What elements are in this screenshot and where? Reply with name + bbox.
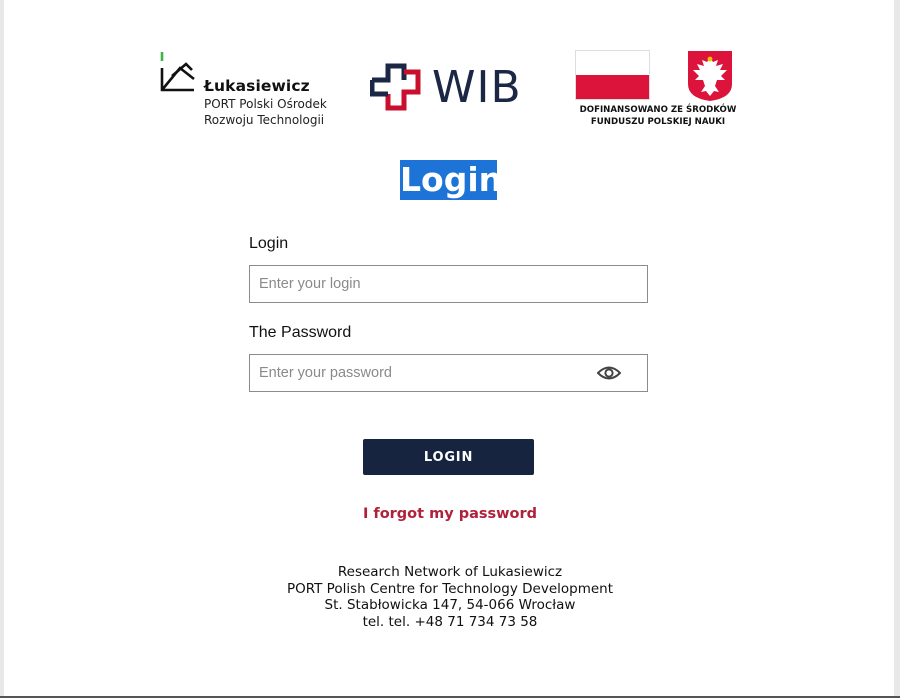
footer-line1: Research Network of Lukasiewicz xyxy=(337,564,563,580)
footer-line2: PORT Polish Centre for Technology Develo… xyxy=(286,580,614,597)
lukasiewicz-subtitle: PORT Polski Ośrodek Rozwoju Technologii xyxy=(204,96,327,128)
lukasiewicz-icon xyxy=(160,52,195,92)
login-input[interactable] xyxy=(250,266,598,302)
footer-address: Research Network of Lukasiewicz PORT Pol… xyxy=(0,564,900,631)
footer-line3: St. Stabłowicka 147, 54-066 Wrocław xyxy=(324,597,576,614)
wib-wordmark: WIB xyxy=(432,62,522,113)
eye-icon[interactable] xyxy=(597,364,621,382)
lukasiewicz-name: Łukasiewicz xyxy=(204,77,310,95)
funding-logo: DOFINANSOWANO ZE ŚRODKÓW FUNDUSZU POLSKI… xyxy=(575,50,737,132)
lukasiewicz-subtitle-line1: PORT Polski Ośrodek xyxy=(204,97,327,111)
password-label: The Password xyxy=(249,324,352,341)
funding-text-line2: FUNDUSZU POLSKIEJ NAUKI xyxy=(590,117,726,127)
login-button[interactable]: LOGIN xyxy=(363,439,534,475)
footer-line4: tel. tel. +48 71 734 73 58 xyxy=(362,614,538,631)
login-field[interactable] xyxy=(249,265,648,303)
polish-eagle-emblem-icon xyxy=(688,51,732,101)
funding-text-line1: DOFINANSOWANO ZE ŚRODKÓW xyxy=(579,105,737,115)
login-label: Login xyxy=(249,235,289,252)
wib-cross-icon xyxy=(370,63,421,111)
wib-logo: WIB xyxy=(370,60,540,114)
polish-flag xyxy=(575,50,650,100)
page-title: Login xyxy=(400,160,503,200)
lukasiewicz-logo: Łukasiewicz PORT Polski Ośrodek Rozwoju … xyxy=(160,50,340,130)
funding-text: DOFINANSOWANO ZE ŚRODKÓW FUNDUSZU POLSKI… xyxy=(579,104,737,128)
lukasiewicz-subtitle-line2: Rozwoju Technologii xyxy=(204,113,325,127)
forgot-password-link[interactable]: I forgot my password xyxy=(0,506,900,522)
password-input[interactable] xyxy=(250,355,598,391)
password-field[interactable] xyxy=(249,354,648,392)
